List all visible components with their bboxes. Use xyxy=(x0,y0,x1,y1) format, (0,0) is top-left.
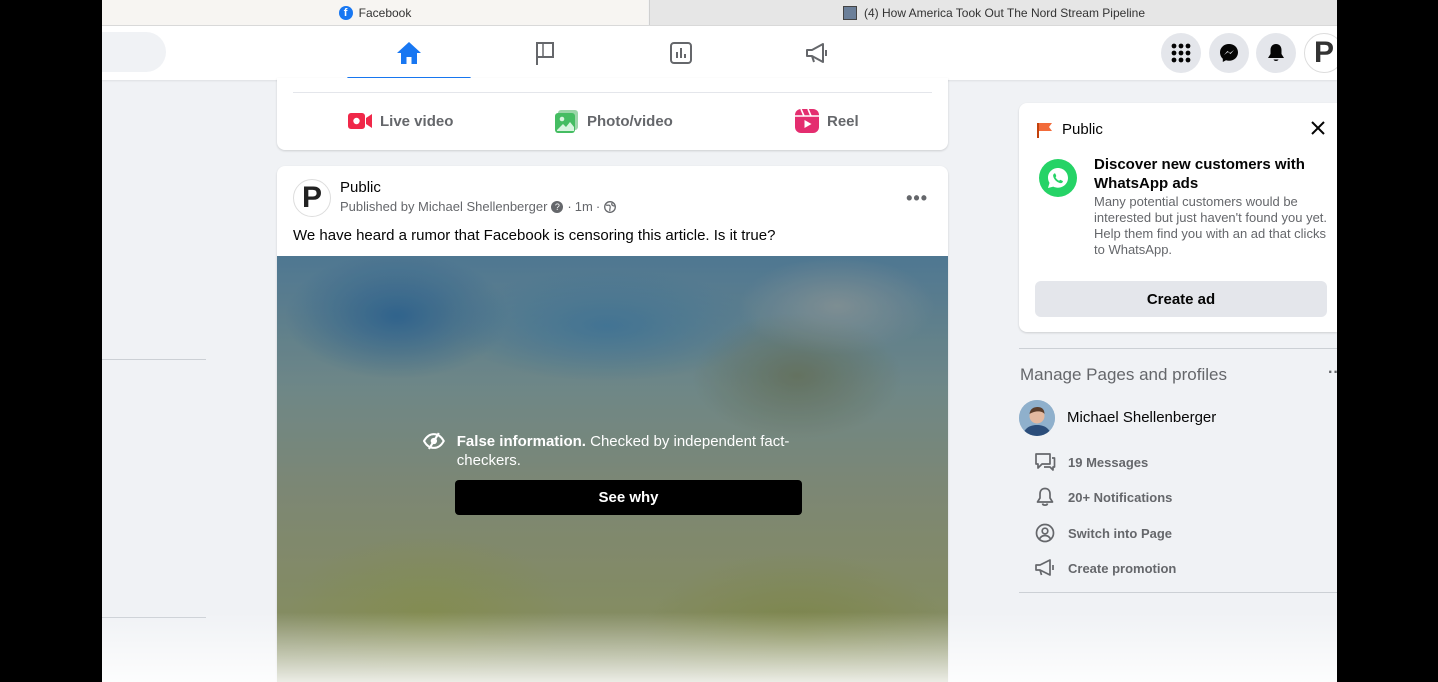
false-information-warning: False information. Checked by independen… xyxy=(423,432,803,470)
post-more-button[interactable]: ••• xyxy=(906,188,928,209)
feed-post: P Public Published by Michael Shellenber… xyxy=(277,166,948,682)
reel-label: Reel xyxy=(827,112,859,130)
post-composer: Live video Photo/video Reel xyxy=(277,78,948,150)
browser-tab-facebook[interactable]: f Facebook xyxy=(102,0,648,25)
live-video-label: Live video xyxy=(380,112,454,130)
composer-divider xyxy=(293,92,932,93)
profile-avatar-button[interactable]: P xyxy=(1304,33,1337,73)
profile-initial: P xyxy=(1313,36,1334,69)
browser-tab-title: Facebook xyxy=(358,5,412,20)
create-ad-button[interactable]: Create ad xyxy=(1035,281,1327,317)
eye-slash-icon xyxy=(423,432,445,450)
photo-icon xyxy=(555,110,578,133)
messenger-icon xyxy=(1220,44,1238,62)
live-video-icon xyxy=(348,113,372,129)
sidebar-divider xyxy=(1019,592,1337,593)
ad-page-name[interactable]: Public xyxy=(1062,121,1103,138)
tab-pages[interactable] xyxy=(483,26,607,80)
blurred-post-image[interactable]: False information. Checked by independen… xyxy=(277,256,948,682)
post-text: We have heard a rumor that Facebook is c… xyxy=(293,227,776,244)
meta-separator: · xyxy=(595,199,601,214)
manage-pages-title: Manage Pages and profiles xyxy=(1020,365,1227,384)
notifications-link[interactable]: 20+ Notifications xyxy=(1034,486,1172,508)
search-input[interactable] xyxy=(102,32,166,72)
top-navigation: P xyxy=(102,26,1337,80)
browser-tab-strip: f Facebook (4) How America Took Out The … xyxy=(102,0,1337,26)
globe-icon xyxy=(604,200,617,213)
create-promotion-label: Create promotion xyxy=(1068,560,1177,576)
reel-button[interactable]: Reel xyxy=(795,108,859,134)
menu-grid-button[interactable] xyxy=(1161,33,1201,73)
flag-icon xyxy=(536,42,554,65)
post-author-avatar[interactable]: P xyxy=(293,179,331,217)
left-divider xyxy=(102,359,206,360)
whatsapp-ad-card: Public Discover new customers with Whats… xyxy=(1019,103,1337,332)
live-video-button[interactable]: Live video xyxy=(348,108,453,134)
switch-profile-icon xyxy=(1035,523,1055,543)
messages-label: 19 Messages xyxy=(1068,454,1149,470)
megaphone-icon xyxy=(806,43,827,63)
close-icon[interactable] xyxy=(1310,120,1326,136)
warning-title: False information. xyxy=(456,433,586,450)
reel-icon xyxy=(795,109,819,133)
post-time[interactable]: 1m xyxy=(575,199,593,214)
create-promotion-link[interactable]: Create promotion xyxy=(1034,557,1176,579)
browser-tab-title: (4) How America Took Out The Nord Stream… xyxy=(863,5,1145,20)
video-thumbnail-icon xyxy=(842,5,857,20)
photo-video-label: Photo/video xyxy=(587,112,673,130)
sidebar-divider xyxy=(1019,348,1337,349)
profile-name[interactable]: Michael Shellenberger xyxy=(1067,409,1216,426)
chart-icon xyxy=(670,42,692,64)
notifications-button[interactable] xyxy=(1256,33,1296,73)
avatar[interactable] xyxy=(1019,400,1055,436)
chat-bubble-icon xyxy=(1035,453,1056,471)
screen: f Facebook (4) How America Took Out The … xyxy=(102,0,1337,682)
home-icon xyxy=(397,42,421,64)
meta-separator: · xyxy=(567,199,572,214)
browser-tab-article[interactable]: (4) How America Took Out The Nord Stream… xyxy=(649,0,1337,25)
info-icon[interactable]: ? xyxy=(551,200,564,213)
whatsapp-icon xyxy=(1039,159,1077,197)
notifications-label: 20+ Notifications xyxy=(1068,489,1173,505)
messages-link[interactable]: 19 Messages xyxy=(1034,451,1148,473)
left-divider xyxy=(102,617,206,618)
see-why-button[interactable]: See why xyxy=(455,480,802,515)
tab-ads[interactable] xyxy=(755,26,879,80)
switch-into-page-link[interactable]: Switch into Page xyxy=(1034,522,1172,544)
warning-text: False information. Checked by independen… xyxy=(457,432,803,470)
post-avatar-initial: P xyxy=(301,181,322,214)
tab-home[interactable] xyxy=(347,26,471,80)
flag-icon xyxy=(1037,123,1052,138)
bell-outline-icon xyxy=(1036,487,1054,506)
published-by[interactable]: Published by Michael Shellenberger xyxy=(340,199,547,214)
bell-icon xyxy=(1268,44,1284,61)
megaphone-outline-icon xyxy=(1035,559,1054,576)
ad-body: Many potential customers would be intere… xyxy=(1094,194,1328,257)
messenger-button[interactable] xyxy=(1209,33,1249,73)
post-author-name[interactable]: Public xyxy=(340,179,381,196)
post-meta: Published by Michael Shellenberger ? · 1… xyxy=(340,199,617,214)
facebook-icon: f xyxy=(338,5,353,20)
ad-headline: Discover new customers with WhatsApp ads xyxy=(1094,156,1305,192)
switch-into-page-label: Switch into Page xyxy=(1068,525,1173,541)
manage-more-button[interactable]: ··· xyxy=(1328,364,1337,382)
photo-video-button[interactable]: Photo/video xyxy=(555,108,673,134)
tab-insights[interactable] xyxy=(619,26,743,80)
menu-grid-icon xyxy=(1171,43,1191,63)
